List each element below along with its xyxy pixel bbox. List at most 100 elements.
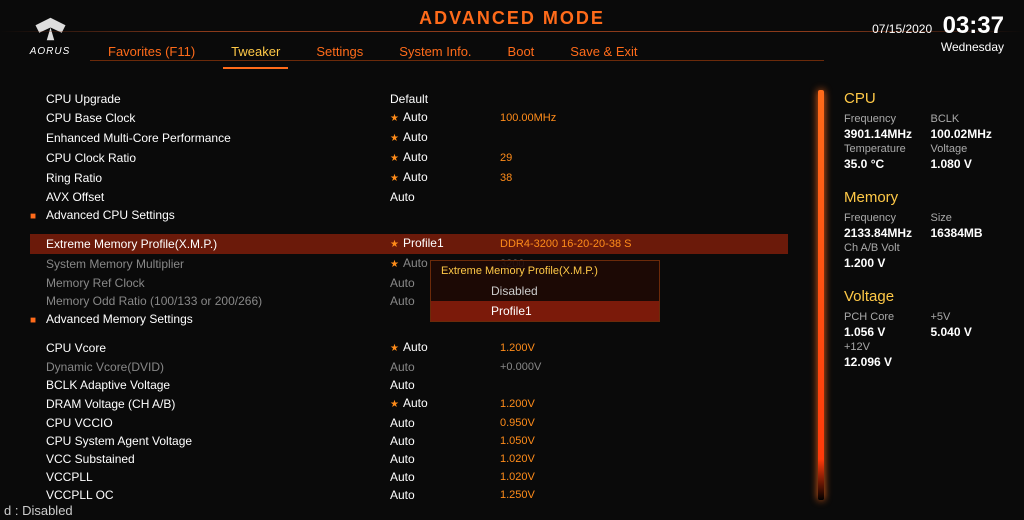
setting-row[interactable]: ■Advanced Memory Settings xyxy=(30,310,788,330)
clock-date: 07/15/2020 xyxy=(872,22,932,36)
setting-label: CPU Clock Ratio xyxy=(30,149,390,167)
setting-label: AVX Offset xyxy=(30,188,390,206)
divider-bar xyxy=(818,90,824,500)
setting-value: ★Auto xyxy=(390,128,500,148)
setting-row[interactable]: DRAM Voltage (CH A/B)★Auto1.200V xyxy=(30,394,788,414)
dropdown-option[interactable]: Profile1 xyxy=(431,301,659,321)
footer-status: d : Disabled xyxy=(4,503,73,518)
setting-label: CPU System Agent Voltage xyxy=(30,432,390,450)
setting-value: Auto xyxy=(390,188,500,206)
setting-readout: 38 xyxy=(500,169,660,187)
setting-row[interactable]: Memory Ref ClockAuto xyxy=(30,274,788,292)
clock-day: Wednesday xyxy=(872,40,1004,54)
setting-label: Enhanced Multi-Core Performance xyxy=(30,129,390,147)
setting-row[interactable]: Dynamic Vcore(DVID)Auto+0.000V xyxy=(30,358,788,376)
setting-value: Default xyxy=(390,90,500,108)
setting-label: Memory Ref Clock xyxy=(30,274,390,292)
star-icon: ★ xyxy=(390,153,399,164)
side-label: Ch A/B Volt xyxy=(844,242,923,254)
setting-value: Auto xyxy=(390,432,500,450)
clock: 07/15/2020 03:37 Wednesday xyxy=(872,12,1004,54)
setting-readout: +0.000V xyxy=(500,358,660,376)
side-cpu: CPU Frequency BCLK 3901.14MHz 100.02MHz … xyxy=(844,90,1009,171)
setting-label: System Memory Multiplier xyxy=(30,255,390,273)
setting-row[interactable]: VCC SubstainedAuto1.020V xyxy=(30,450,788,468)
star-icon: ★ xyxy=(390,173,399,184)
side-label: Size xyxy=(931,212,1010,224)
setting-label: CPU Vcore xyxy=(30,339,390,357)
setting-row[interactable]: CPU Vcore★Auto1.200V xyxy=(30,338,788,358)
setting-readout: 1.020V xyxy=(500,468,660,486)
side-val: 16384MB xyxy=(931,226,1010,240)
side-label: PCH Core xyxy=(844,311,923,323)
side-cpu-title: CPU xyxy=(844,90,1009,107)
setting-row[interactable]: Ring Ratio★Auto38 xyxy=(30,168,788,188)
setting-label: BCLK Adaptive Voltage xyxy=(30,376,390,394)
setting-row[interactable]: Enhanced Multi-Core Performance★Auto xyxy=(30,128,788,148)
setting-readout: 1.200V xyxy=(500,395,660,413)
side-val: 35.0 °C xyxy=(844,157,923,171)
side-label: Frequency xyxy=(844,113,923,125)
dropdown-title: Extreme Memory Profile(X.M.P.) xyxy=(431,261,659,281)
setting-row[interactable]: CPU UpgradeDefault xyxy=(30,90,788,108)
setting-row[interactable]: CPU System Agent VoltageAuto1.050V xyxy=(30,432,788,450)
setting-row[interactable]: VCCPLLAuto1.020V xyxy=(30,468,788,486)
setting-row[interactable]: ■Advanced CPU Settings xyxy=(30,206,788,226)
setting-value: ★Profile1 xyxy=(390,234,500,254)
setting-label: VCC Substained xyxy=(30,450,390,468)
dropdown-option[interactable]: Disabled xyxy=(431,281,659,301)
setting-value: ★Auto xyxy=(390,168,500,188)
xmp-dropdown[interactable]: Extreme Memory Profile(X.M.P.) DisabledP… xyxy=(430,260,660,322)
setting-label: ■Advanced Memory Settings xyxy=(30,310,390,330)
setting-row[interactable]: CPU Base Clock★Auto100.00MHz xyxy=(30,108,788,128)
side-volt-title: Voltage xyxy=(844,288,1009,305)
header: AORUS ADVANCED MODE 07/15/2020 03:37 Wed… xyxy=(0,0,1024,70)
setting-readout: 1.250V xyxy=(500,486,660,504)
side-mem-title: Memory xyxy=(844,189,1009,206)
setting-row[interactable]: Extreme Memory Profile(X.M.P.)★Profile1D… xyxy=(30,234,788,254)
setting-row[interactable]: BCLK Adaptive VoltageAuto xyxy=(30,376,788,394)
submenu-marker-icon: ■ xyxy=(30,208,40,226)
side-panel: CPU Frequency BCLK 3901.14MHz 100.02MHz … xyxy=(844,90,1009,500)
setting-label: ■Advanced CPU Settings xyxy=(30,206,390,226)
submenu-marker-icon: ■ xyxy=(30,312,40,330)
side-val: 3901.14MHz xyxy=(844,127,923,141)
setting-value: ★Auto xyxy=(390,108,500,128)
side-label: +5V xyxy=(931,311,1010,323)
setting-label: CPU Base Clock xyxy=(30,109,390,127)
setting-row[interactable]: VCCPLL OCAuto1.250V xyxy=(30,486,788,504)
side-val: 1.080 V xyxy=(931,157,1010,171)
setting-readout: 1.200V xyxy=(500,339,660,357)
eagle-icon xyxy=(28,14,73,44)
side-val: 1.200 V xyxy=(844,256,923,270)
setting-row[interactable]: System Memory Multiplier★Auto3200 xyxy=(30,254,788,274)
setting-value: Auto xyxy=(390,486,500,504)
side-label: BCLK xyxy=(931,113,1010,125)
star-icon: ★ xyxy=(390,133,399,144)
side-memory: Memory Frequency Size 2133.84MHz 16384MB… xyxy=(844,189,1009,270)
star-icon: ★ xyxy=(390,343,399,354)
mode-title: ADVANCED MODE xyxy=(389,8,635,29)
setting-label: VCCPLL xyxy=(30,468,390,486)
setting-row[interactable]: CPU VCCIOAuto0.950V xyxy=(30,414,788,432)
setting-label: CPU VCCIO xyxy=(30,414,390,432)
setting-readout: 1.050V xyxy=(500,432,660,450)
side-voltage: Voltage PCH Core +5V 1.056 V 5.040 V +12… xyxy=(844,288,1009,369)
star-icon: ★ xyxy=(390,113,399,124)
side-label: Frequency xyxy=(844,212,923,224)
setting-row[interactable]: CPU Clock Ratio★Auto29 xyxy=(30,148,788,168)
setting-readout: 100.00MHz xyxy=(500,109,660,127)
side-val: 100.02MHz xyxy=(931,127,1010,141)
setting-row[interactable]: Memory Odd Ratio (100/133 or 200/266)Aut… xyxy=(30,292,788,310)
setting-readout: 1.020V xyxy=(500,450,660,468)
side-val: 1.056 V xyxy=(844,325,923,339)
setting-row[interactable]: AVX OffsetAuto xyxy=(30,188,788,206)
setting-value: Auto xyxy=(390,468,500,486)
setting-value: ★Auto xyxy=(390,148,500,168)
setting-value: ★Auto xyxy=(390,394,500,414)
title-underline xyxy=(0,31,1024,32)
setting-readout: DDR4-3200 16-20-20-38 S xyxy=(500,235,660,253)
settings-list: CPU UpgradeDefaultCPU Base Clock★Auto100… xyxy=(30,90,798,500)
setting-label: CPU Upgrade xyxy=(30,90,390,108)
tabs-underline xyxy=(90,60,824,61)
